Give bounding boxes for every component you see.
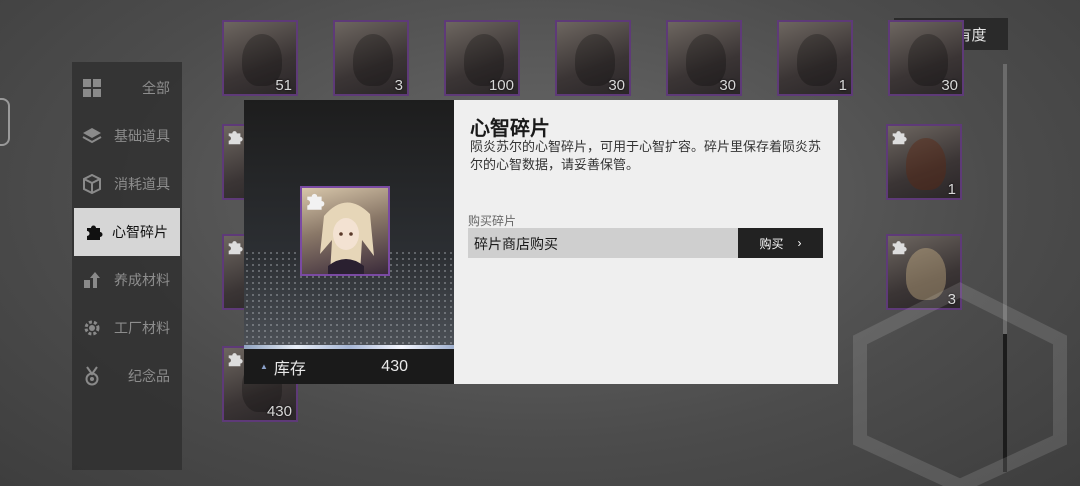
fragment-card[interactable]: 1 [777, 20, 853, 96]
character-portrait [353, 34, 393, 86]
sidebar-item-label: 基础道具 [114, 128, 170, 144]
fragment-icon [300, 186, 390, 276]
fragment-count: 30 [608, 77, 625, 94]
character-portrait [906, 138, 946, 190]
chevron-right-icon: › [797, 236, 802, 250]
stock-bar: ▲ 库存 430 [244, 349, 454, 384]
sidebar-item-souvenir[interactable]: 纪念品 [72, 352, 182, 400]
fragment-card[interactable]: 30 [555, 20, 631, 96]
fragment-card[interactable]: 30 [888, 20, 964, 96]
fragment-count: 1 [947, 181, 956, 198]
upgrade-icon [84, 272, 100, 288]
puzzle-icon [892, 241, 907, 255]
fragment-count: 100 [488, 77, 514, 94]
fragment-count: 1 [838, 77, 847, 94]
puzzle-icon [892, 131, 907, 145]
sidebar-item-consumable[interactable]: 消耗道具 [72, 160, 182, 208]
puzzle-icon [228, 131, 243, 145]
cube-icon [83, 174, 101, 194]
puzzle-icon [228, 241, 243, 255]
buy-source-row: 碎片商店购买 购买 › [468, 228, 823, 258]
fragment-count: 3 [394, 77, 403, 94]
fragment-count: 51 [275, 77, 292, 94]
item-description: 陨炎苏尔的心智碎片，可用于心智扩容。碎片里保存着陨炎苏尔的心智数据，请妥善保管。 [470, 139, 822, 172]
buy-source-text: 碎片商店购买 [474, 236, 558, 252]
fragment-detail-dialog: ▲ 库存 430 心智碎片 陨炎苏尔的心智碎片，可用于心智扩容。碎片里保存着陨炎… [244, 100, 838, 384]
fragment-count: 430 [266, 403, 292, 420]
sidebar-item-label: 心智碎片 [112, 224, 168, 240]
fragment-count: 30 [941, 77, 958, 94]
fragment-card[interactable]: 51 [222, 20, 298, 96]
character-portrait [797, 34, 837, 86]
gear-icon [84, 320, 100, 336]
triangle-icon: ▲ [260, 362, 268, 371]
medal-icon [85, 366, 99, 386]
sidebar-item-upgrade[interactable]: 养成材料 [72, 256, 182, 304]
grid-icon [83, 79, 101, 97]
item-title: 心智碎片 [470, 118, 550, 140]
character-portrait [320, 202, 374, 274]
fragment-card[interactable]: 1 [886, 124, 962, 200]
buy-button-label: 购买 [759, 236, 784, 251]
sidebar-item-basic[interactable]: 基础道具 [72, 112, 182, 160]
sidebar-item-label: 养成材料 [114, 272, 170, 288]
sidebar-item-label: 消耗道具 [114, 176, 170, 192]
category-sidebar: 全部 基础道具 消耗道具 心智碎片 养成材料 工厂材料 纪念品 [72, 62, 182, 470]
puzzle-icon [87, 225, 103, 240]
dialog-preview-panel: ▲ 库存 430 [244, 100, 454, 384]
buy-section-label: 购买碎片 [468, 214, 517, 228]
sidebar-item-all[interactable]: 全部 [72, 64, 182, 112]
hexagon-decoration [853, 282, 1067, 486]
dialog-info-panel: 心智碎片 陨炎苏尔的心智碎片，可用于心智扩容。碎片里保存着陨炎苏尔的心智数据，请… [454, 100, 838, 384]
stock-label: 库存 [273, 360, 306, 378]
sidebar-item-factory[interactable]: 工厂材料 [72, 304, 182, 352]
fragment-count: 30 [719, 77, 736, 94]
fragment-card[interactable]: 100 [444, 20, 520, 96]
sidebar-item-label: 纪念品 [128, 368, 170, 384]
layers-icon [82, 128, 102, 144]
sidebar-item-mind-fragment[interactable]: 心智碎片 [74, 208, 180, 256]
buy-button[interactable]: 购买 › [738, 228, 823, 258]
sidebar-item-label: 全部 [142, 80, 170, 96]
stock-value: 430 [381, 357, 408, 375]
sidebar-item-label: 工厂材料 [114, 320, 170, 336]
puzzle-icon [228, 353, 243, 367]
side-edge-tab[interactable] [0, 98, 10, 146]
fragment-card[interactable]: 3 [333, 20, 409, 96]
fragment-card[interactable]: 30 [666, 20, 742, 96]
